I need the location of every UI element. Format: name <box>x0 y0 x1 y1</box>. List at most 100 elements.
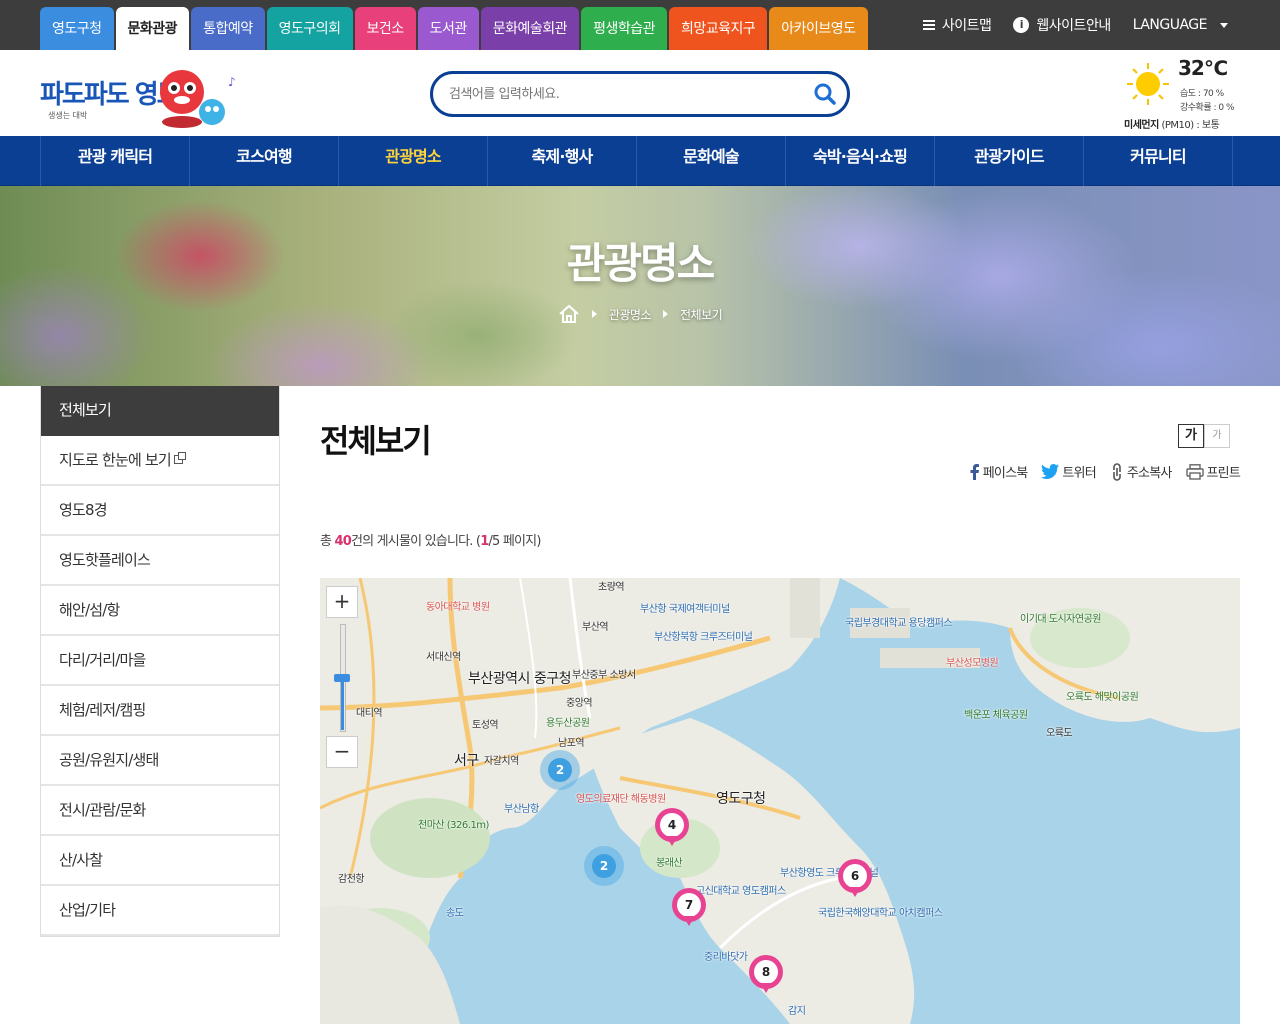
map-cluster[interactable]: 2 <box>584 846 624 886</box>
gnb-item-attractions[interactable]: 관광명소 <box>339 136 488 186</box>
main-navigation: 관광 캐릭터 코스여행 관광명소 축제·행사 문화예술 숙박·음식·쇼핑 관광가… <box>0 136 1280 186</box>
map-marker[interactable]: 4 <box>655 808 689 848</box>
humidity: 습도 : 70 % <box>1180 89 1224 99</box>
gnb-item-course[interactable]: 코스여행 <box>190 136 339 186</box>
caret-down-icon <box>1220 22 1228 28</box>
share-twitter[interactable]: 트위터 <box>1041 462 1097 481</box>
site-tab-3[interactable]: 영도구의회 <box>266 7 353 50</box>
logo-subtext: 생생는 대박 <box>48 111 88 120</box>
map-label: 남포역 <box>558 738 585 749</box>
map-label: 감천항 <box>338 874 365 885</box>
side-item-industry[interactable]: 산업/기타 <box>41 886 279 936</box>
side-item-map-label: 지도로 한눈에 보기 <box>59 451 172 469</box>
sitemap-link[interactable]: 사이트맵 <box>922 15 992 35</box>
site-tab-1[interactable]: 문화관광 <box>115 7 190 50</box>
site-tab-0[interactable]: 영도구청 <box>40 7 114 50</box>
font-decrease-button[interactable]: 가 <box>1204 424 1230 448</box>
zoom-slider[interactable] <box>326 618 358 736</box>
post-count: 총 40건의 게시물이 있습니다. (1/5 페이지) <box>320 530 541 549</box>
map-cluster[interactable]: 2 <box>540 750 580 790</box>
svg-text:♪: ♪ <box>228 75 236 89</box>
side-menu: 전체보기 지도로 한눈에 보기 영도8경 영도핫플레이스 해안/섬/항 다리/거… <box>40 386 280 937</box>
side-item-map[interactable]: 지도로 한눈에 보기 <box>41 436 279 486</box>
map-label: 부산항 국제여객터미널 <box>640 604 730 615</box>
marker-number: 6 <box>843 864 867 888</box>
sitemap-label: 사이트맵 <box>941 18 992 34</box>
map-label: 백운포 체육공원 <box>964 710 1028 721</box>
language-label: LANGUAGE <box>1132 17 1208 33</box>
site-tab-4[interactable]: 보건소 <box>354 7 416 50</box>
cluster-count: 2 <box>548 758 572 782</box>
site-tab-5[interactable]: 도서관 <box>417 7 479 50</box>
page-title: 전체보기 <box>320 422 432 460</box>
twitter-icon <box>1041 464 1060 479</box>
map-label: 부산역 <box>582 622 609 633</box>
rain-probability: 강수확률 : 0 % <box>1180 103 1235 113</box>
search-input[interactable] <box>449 83 809 105</box>
map-label: 영도의료재단 해동병원 <box>576 794 666 805</box>
breadcrumb-level-1[interactable]: 관광명소 <box>609 306 652 323</box>
map-label: 용두산공원 <box>546 718 590 729</box>
language-dropdown[interactable]: LANGUAGE <box>1133 17 1228 33</box>
breadcrumb-level-2[interactable]: 전체보기 <box>680 306 723 323</box>
site-logo[interactable]: 파도파도 영도 생생는 대박 ♪ <box>40 62 240 132</box>
map-marker[interactable]: 7 <box>672 888 706 928</box>
zoom-out-button[interactable]: − <box>326 736 358 768</box>
side-item-exhibit[interactable]: 전시/관람/문화 <box>41 786 279 836</box>
map-label: 자갈치역 <box>484 756 519 767</box>
side-item-coast[interactable]: 해안/섬/항 <box>41 586 279 636</box>
map-label: 감지 <box>788 1006 806 1017</box>
site-tab-7[interactable]: 평생학습관 <box>581 7 667 50</box>
map-label: 중리바닷가 <box>704 952 748 963</box>
font-increase-button[interactable]: 가 <box>1178 424 1204 448</box>
sun-icon <box>1127 63 1169 105</box>
share-facebook[interactable]: 페이스북 <box>968 462 1028 481</box>
side-item-park[interactable]: 공원/유원지/생태 <box>41 736 279 786</box>
font-size-control: 가 가 <box>1178 424 1230 448</box>
side-item-all[interactable]: 전체보기 <box>41 386 279 436</box>
map-label: 고신대학교 영도캠퍼스 <box>696 886 786 897</box>
side-item-bridge[interactable]: 다리/거리/마을 <box>41 636 279 686</box>
count-number: 40 <box>334 534 352 549</box>
gnb-item-festival[interactable]: 축제·행사 <box>488 136 637 186</box>
zoom-slider-handle[interactable] <box>334 674 350 682</box>
side-item-leisure[interactable]: 체험/레저/캠핑 <box>41 686 279 736</box>
site-tab-6[interactable]: 문화예술회관 <box>480 7 580 50</box>
side-item-mountain[interactable]: 산/사찰 <box>41 836 279 886</box>
utility-menu: 사이트맵 i 웹사이트안내 LANGUAGE <box>922 0 1228 50</box>
map-marker[interactable]: 6 <box>838 859 872 899</box>
gnb-item-guide[interactable]: 관광가이드 <box>935 136 1084 186</box>
map-label: 오륙도 <box>1046 728 1073 739</box>
copy-url-button[interactable]: 주소복사 <box>1110 462 1172 481</box>
map-marker[interactable]: 8 <box>749 955 783 995</box>
map-label: 부산성모병원 <box>946 658 999 669</box>
map-label: 송도 <box>446 908 464 919</box>
home-icon[interactable] <box>558 304 580 324</box>
menu-icon <box>922 20 935 30</box>
site-tab-2[interactable]: 통합예약 <box>191 7 265 50</box>
count-prefix: 총 <box>320 534 335 549</box>
attractions-map[interactable]: + − 초량역 동아대학교 병원 부산항 국제여객터미널 부산역 부산항북항 크… <box>320 578 1240 1024</box>
side-item-8views[interactable]: 영도8경 <box>41 486 279 536</box>
site-tabs: 영도구청 문화관광 통합예약 영도구의회 보건소 도서관 문화예술회관 평생학습… <box>40 7 868 50</box>
gnb-item-community[interactable]: 커뮤니티 <box>1084 136 1233 186</box>
map-label: 부산항북항 크루즈터미널 <box>654 632 753 643</box>
search-icon[interactable] <box>813 82 837 106</box>
count-mid: 건의 게시물이 있습니다. ( <box>351 534 481 549</box>
map-label: 이기대 도시자연공원 <box>1020 614 1101 625</box>
map-label: 동아대학교 병원 <box>426 602 490 613</box>
gnb-item-stay-food[interactable]: 숙박·음식·쇼핑 <box>786 136 935 186</box>
link-icon <box>1113 462 1121 481</box>
gnb-item-culture[interactable]: 문화예술 <box>637 136 786 186</box>
map-label: 서구 <box>454 753 479 769</box>
mascot-icon: ♪ <box>160 70 236 128</box>
site-tab-9[interactable]: 아카이브영도 <box>769 7 868 50</box>
zoom-in-button[interactable]: + <box>326 586 358 618</box>
gnb-item-character[interactable]: 관광 캐릭터 <box>41 136 190 186</box>
site-tab-8[interactable]: 희망교육지구 <box>668 7 768 50</box>
map-label: 부산남항 <box>504 804 539 815</box>
print-button[interactable]: 프린트 <box>1185 462 1241 481</box>
website-guide-link[interactable]: i 웹사이트안내 <box>1013 15 1111 35</box>
side-item-hotplace[interactable]: 영도핫플레이스 <box>41 536 279 586</box>
map-label: 토성역 <box>472 720 499 731</box>
